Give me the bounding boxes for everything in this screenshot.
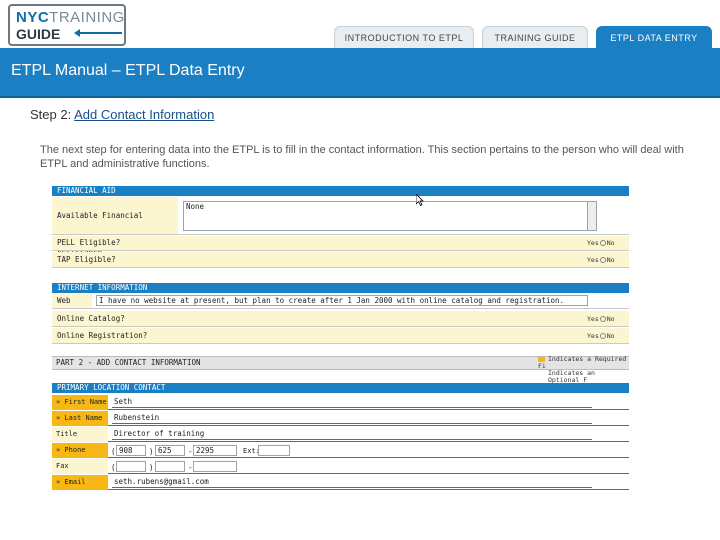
last-name-label: » Last Name — [52, 411, 108, 426]
website-row: Web Site: I have no website at present, … — [52, 294, 629, 319]
pell-eligible-radio[interactable]: Yes No — [587, 239, 615, 247]
title-label: Title — [52, 427, 108, 442]
last-name-input[interactable]: Rubenstein — [112, 413, 592, 424]
logo-line1: NYCTRAINING — [16, 9, 125, 26]
online-registration-radio[interactable]: Yes No — [587, 332, 615, 340]
available-financial-assistance-textarea[interactable]: None — [183, 201, 597, 231]
textarea-scrollbar[interactable] — [587, 201, 597, 231]
required-legend: Indicates a Required Fi Indicates an Opt… — [538, 355, 627, 384]
fax-dash: - — [188, 463, 193, 472]
arrow-shaft — [78, 32, 122, 34]
first-name-input[interactable]: Seth — [112, 397, 592, 408]
required-swatch — [538, 356, 545, 362]
online-catalog-label: Online Catalog? — [52, 311, 582, 326]
tab-etpl-data-entry[interactable]: ETPL DATA ENTRY — [596, 26, 712, 48]
step-link[interactable]: Add Contact Information — [74, 107, 214, 122]
website-label: Web Site: — [52, 294, 92, 319]
email-input[interactable]: seth.rubens@gmail.com — [112, 477, 592, 488]
online-catalog-row: Online Catalog? Yes No — [52, 311, 629, 327]
mouse-cursor-icon — [416, 194, 424, 206]
online-catalog-radio[interactable]: Yes No — [587, 315, 615, 323]
fax-prefix-input[interactable] — [155, 461, 185, 472]
online-registration-row: Online Registration? Yes No — [52, 328, 629, 344]
page-title: ETPL Manual – ETPL Data Entry — [11, 62, 245, 79]
tab-training-guide[interactable]: TRAINING GUIDE — [482, 26, 588, 48]
internet-information-header: INTERNET INFORMATION — [52, 283, 629, 293]
top-tabs: INTRODUCTION TO ETPL TRAINING GUIDE ETPL… — [334, 26, 712, 48]
first-name-label: » First Name — [52, 395, 108, 410]
fax-area-input[interactable] — [116, 461, 146, 472]
step-prefix: Step 2: — [30, 107, 72, 122]
phone-line-input[interactable]: 2295 — [193, 445, 237, 456]
email-label: » Email — [52, 475, 108, 490]
tap-eligible-radio[interactable]: Yes No — [587, 256, 615, 264]
available-financial-assistance-row: Available Financial Assistance None — [52, 197, 629, 257]
pell-eligible-label: PELL Eligible? — [52, 236, 582, 250]
form-screenshot: FINANCIAL AID Available Financial Assist… — [52, 186, 629, 492]
phone-dash: - — [188, 447, 193, 456]
fax-line-input[interactable] — [193, 461, 237, 472]
tap-eligible-row: TAP Eligible? Yes No — [52, 252, 629, 268]
phone-label: » Phone — [52, 443, 108, 458]
website-input[interactable]: I have no website at present, but plan t… — [96, 295, 588, 306]
ext-input[interactable] — [258, 445, 290, 456]
logo-line2: GUIDE — [16, 26, 61, 42]
phone-close-paren: ) — [149, 447, 154, 456]
pell-eligible-row: PELL Eligible? Yes No — [52, 236, 629, 251]
primary-location-contact-header: PRIMARY LOCATION CONTACT — [52, 383, 629, 393]
phone-open-paren: ( — [111, 447, 116, 456]
step-heading: Step 2: Add Contact Information — [30, 107, 214, 122]
online-registration-label: Online Registration? — [52, 328, 582, 343]
phone-prefix-input[interactable]: 625 — [155, 445, 185, 456]
title-bar: ETPL Manual – ETPL Data Entry — [0, 48, 720, 98]
intro-paragraph: The next step for entering data into the… — [40, 144, 684, 170]
title-input[interactable]: Director of training — [112, 429, 592, 440]
available-financial-assistance-label: Available Financial Assistance — [52, 197, 178, 257]
fax-close-paren: ) — [149, 463, 154, 472]
fax-open-paren: ( — [111, 463, 116, 472]
tab-introduction-to-etpl[interactable]: INTRODUCTION TO ETPL — [334, 26, 474, 48]
financial-aid-header: FINANCIAL AID — [52, 186, 629, 196]
fax-label: Fax — [52, 459, 108, 474]
tap-eligible-label: TAP Eligible? — [52, 252, 582, 267]
phone-area-input[interactable]: 908 — [116, 445, 146, 456]
nyc-training-guide-logo[interactable]: NYCTRAINING GUIDE — [8, 4, 126, 46]
